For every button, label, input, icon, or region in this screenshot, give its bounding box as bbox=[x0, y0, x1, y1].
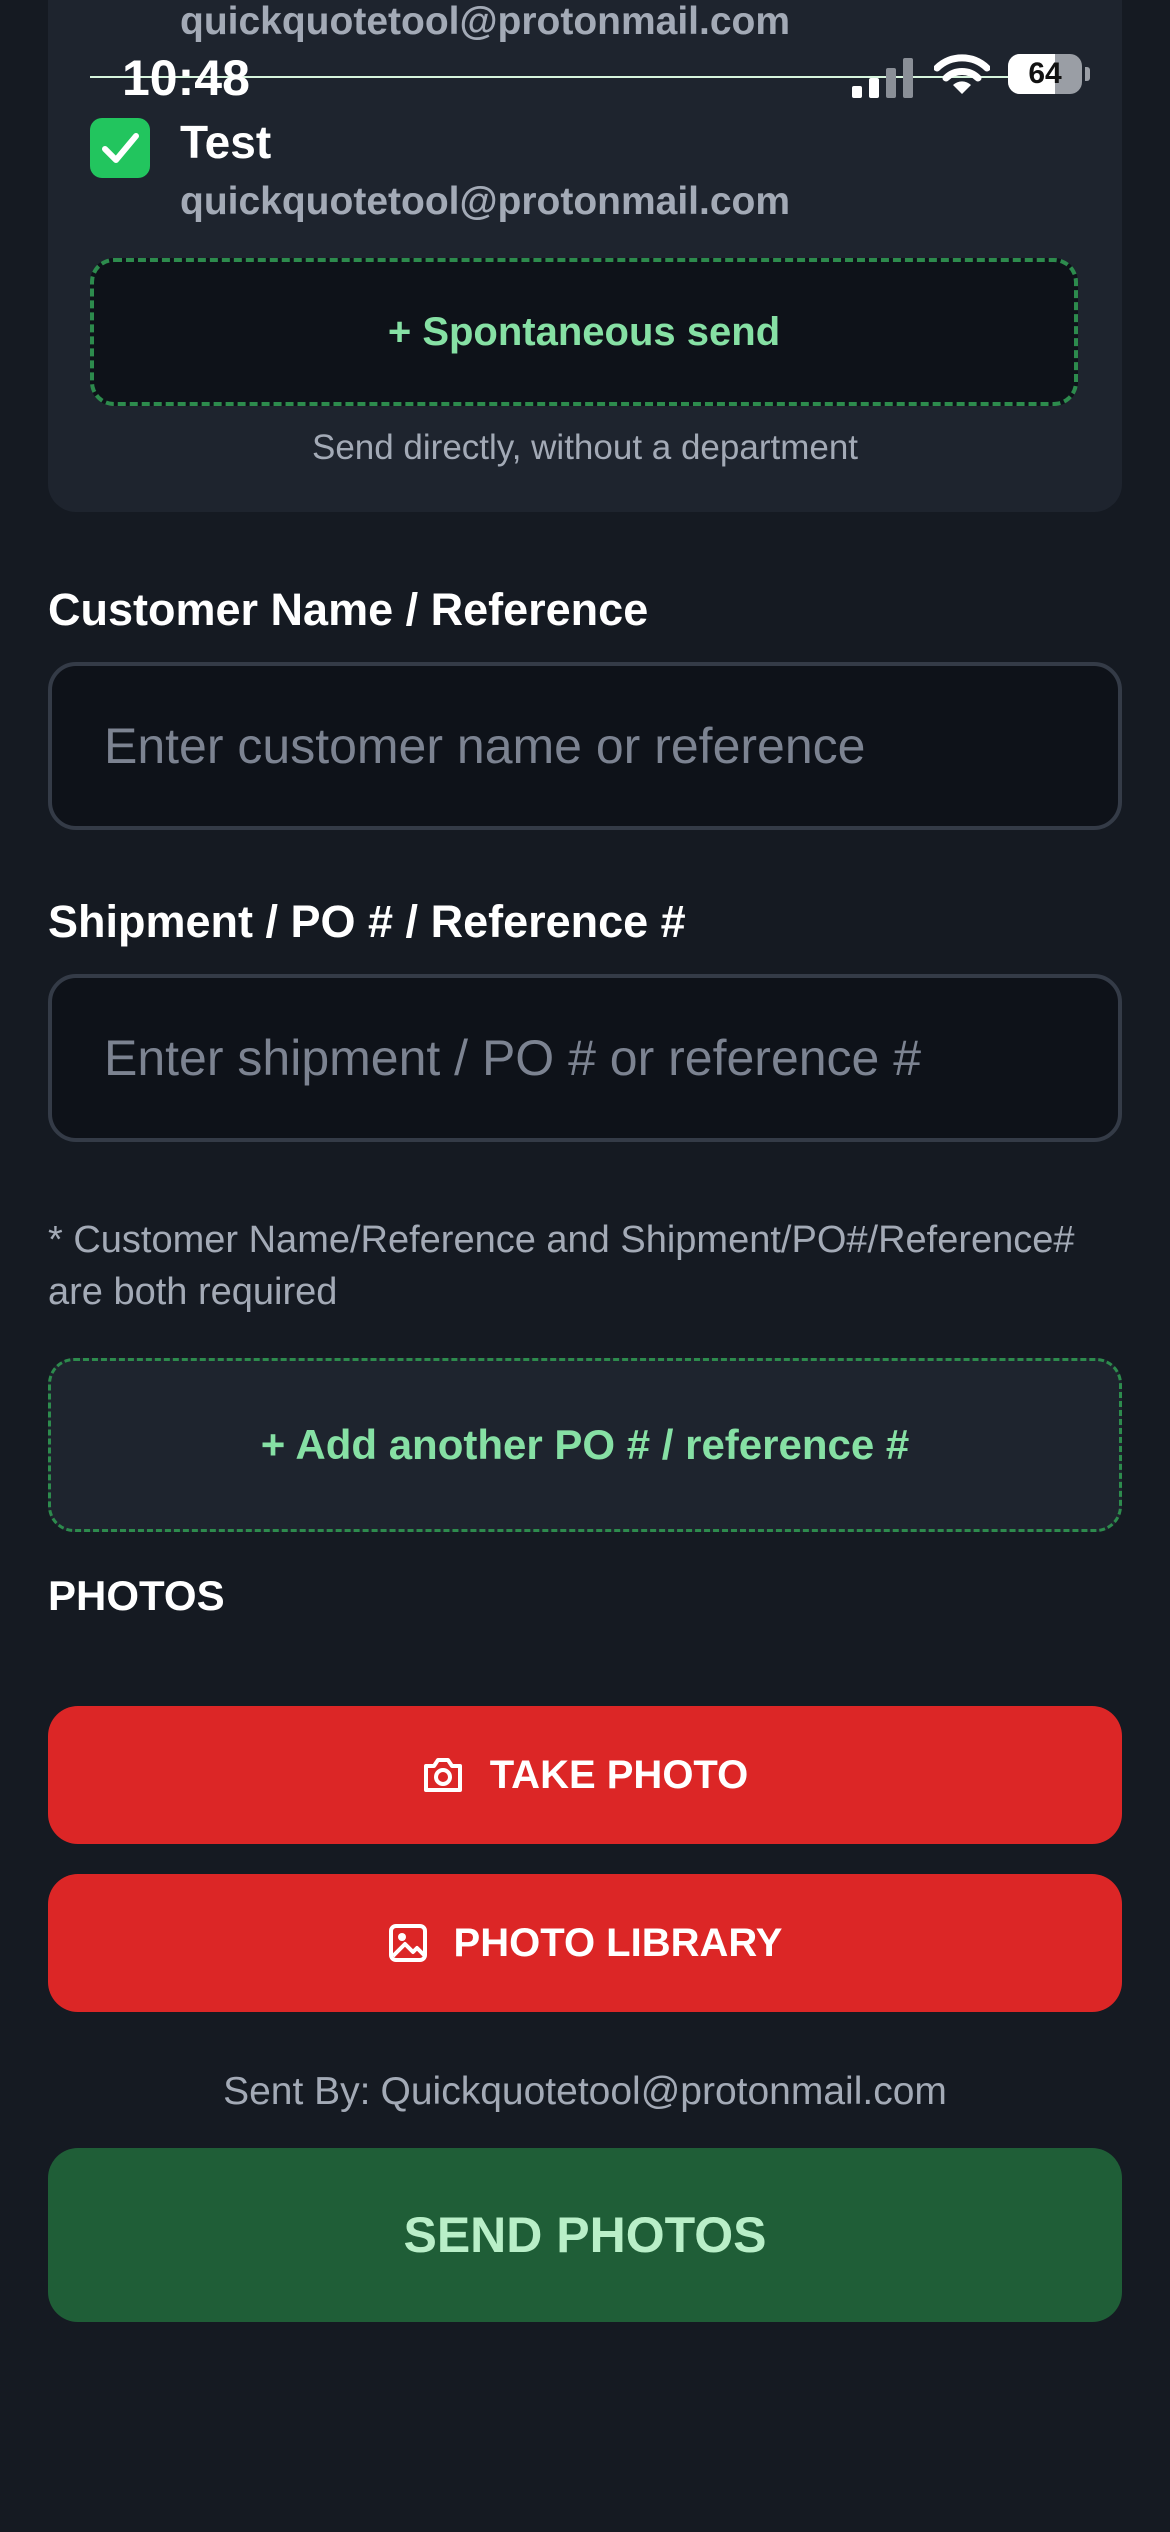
sent-by-email: Quickquotetool@protonmail.com bbox=[380, 2070, 947, 2113]
required-note: * Customer Name/Reference and Shipment/P… bbox=[48, 1219, 1075, 1313]
status-time: 10:48 bbox=[122, 50, 250, 106]
battery-tip bbox=[1085, 67, 1090, 81]
shipment-input[interactable] bbox=[48, 974, 1122, 1142]
customer-name-input[interactable] bbox=[48, 662, 1122, 830]
sent-by-text: Sent By: Quickquotetool@protonmail.com bbox=[0, 2066, 1170, 2118]
take-photo-label: TAKE PHOTO bbox=[489, 1752, 749, 1797]
previous-recipient-email: quickquotetool@protonmail.com bbox=[180, 0, 791, 43]
wifi-icon bbox=[934, 54, 990, 94]
status-bar: 10:48 64 bbox=[0, 40, 1170, 114]
battery-indicator: 64 bbox=[1008, 54, 1090, 96]
checkmark-icon bbox=[102, 133, 139, 163]
recipient-name[interactable]: Test bbox=[180, 112, 271, 172]
camera-icon bbox=[423, 1758, 462, 1792]
recipient-email: quickquotetool@protonmail.com bbox=[180, 180, 791, 223]
send-photos-button[interactable]: SEND PHOTOS bbox=[48, 2148, 1122, 2322]
battery-body: 64 bbox=[1008, 54, 1082, 94]
cellular-signal-icon bbox=[852, 58, 913, 98]
customer-name-label: Customer Name / Reference bbox=[48, 584, 649, 635]
photo-library-label: PHOTO LIBRARY bbox=[453, 1920, 783, 1965]
add-po-button[interactable]: + Add another PO # / reference # bbox=[48, 1358, 1122, 1532]
recipient-checkbox[interactable] bbox=[90, 118, 150, 178]
take-photo-button[interactable]: TAKE PHOTO bbox=[48, 1706, 1122, 1844]
sent-by-label: Sent By: bbox=[223, 2070, 371, 2113]
shipment-label: Shipment / PO # / Reference # bbox=[48, 896, 686, 947]
battery-level: 64 bbox=[1028, 57, 1062, 90]
spontaneous-send-button[interactable]: + Spontaneous send bbox=[90, 258, 1078, 406]
image-icon bbox=[388, 1924, 427, 1962]
spontaneous-send-caption: Send directly, without a department bbox=[311, 428, 859, 467]
photos-heading: PHOTOS bbox=[48, 1572, 225, 1619]
photo-library-button[interactable]: PHOTO LIBRARY bbox=[48, 1874, 1122, 2012]
